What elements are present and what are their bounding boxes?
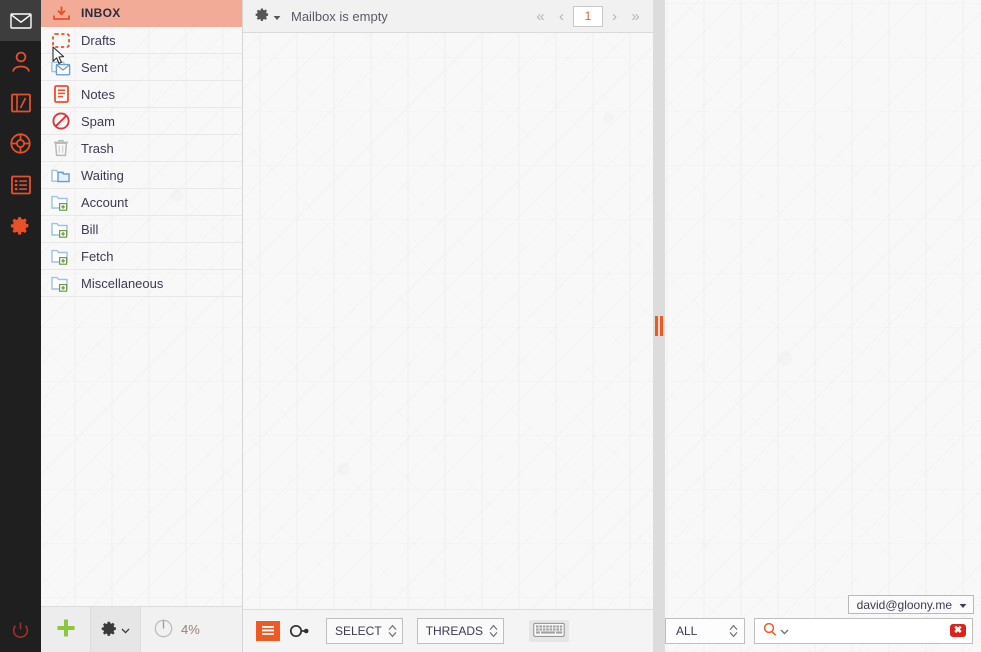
folder-row-fetch[interactable]: Fetch [41, 243, 242, 270]
gear-icon [10, 215, 31, 236]
folder-row-waiting[interactable]: Waiting [41, 162, 242, 189]
folder-label: Drafts [81, 32, 116, 48]
threads-dropdown-label: THREADS [425, 624, 484, 638]
rail-item-power[interactable] [0, 611, 41, 652]
folder-label: Waiting [81, 167, 124, 183]
notebook-icon [10, 93, 31, 113]
folder-list: INBOX Drafts Sent Notes Spam Trash Waiti… [41, 0, 242, 606]
folder-label: Account [81, 194, 128, 210]
folder-label: Fetch [81, 248, 114, 264]
select-dropdown[interactable]: SELECT [326, 618, 403, 644]
spinner-arrows-icon [489, 624, 498, 638]
rail-item-contacts[interactable] [0, 41, 41, 82]
mailbox-status-label: Mailbox is empty [291, 8, 388, 24]
rail-item-settings[interactable] [0, 205, 41, 246]
rail-item-mail[interactable] [0, 0, 41, 41]
chevron-right-icon[interactable]: › [605, 5, 624, 27]
link-icon[interactable] [286, 620, 312, 642]
keyboard-icon [533, 622, 565, 641]
message-list-footer: SELECT THREADS [243, 609, 653, 652]
drag-grip-icon [655, 316, 663, 336]
folder-settings-button[interactable] [91, 607, 141, 652]
folder-plus-icon [50, 192, 72, 212]
trash-icon [50, 138, 72, 158]
person-icon [11, 51, 31, 72]
account-selector-label: david@gloony.me [856, 597, 952, 612]
folder-label: Bill [81, 221, 99, 237]
account-selector[interactable]: david@gloony.me [847, 595, 974, 614]
select-dropdown-label: SELECT [335, 624, 382, 638]
rail-item-support[interactable] [0, 123, 41, 164]
folder-label: Sent [81, 59, 108, 75]
chevron-down-icon [121, 622, 130, 637]
task-list-icon [10, 175, 31, 195]
caret-down-icon [959, 598, 967, 612]
folder-label: Trash [81, 140, 114, 156]
gear-icon [255, 7, 270, 25]
folder-row-spam[interactable]: Spam [41, 108, 242, 135]
pagination: « ‹ › » [531, 5, 653, 27]
folder-multi-icon [50, 165, 72, 185]
mail-client-window: INBOX Drafts Sent Notes Spam Trash Waiti… [0, 0, 981, 652]
folder-row-miscellaneous[interactable]: Miscellaneous [41, 270, 242, 297]
message-list-empty-area [243, 33, 653, 609]
folder-label: Spam [81, 113, 115, 129]
folder-plus-icon [50, 246, 72, 266]
caret-down-icon [273, 9, 281, 24]
message-options-button[interactable] [243, 7, 291, 25]
message-list-toolbar: Mailbox is empty « ‹ › » [243, 0, 653, 33]
list-view-icon[interactable] [256, 621, 280, 641]
plus-icon [55, 617, 77, 642]
envelope-icon [9, 12, 32, 29]
quota-pie-icon [154, 619, 173, 641]
threads-dropdown[interactable]: THREADS [416, 618, 505, 644]
power-icon [11, 621, 30, 643]
drafts-icon [50, 30, 72, 50]
folder-row-notes[interactable]: Notes [41, 81, 242, 108]
folder-label: Notes [81, 86, 115, 102]
folder-label: Miscellaneous [81, 275, 164, 291]
add-folder-button[interactable] [41, 607, 91, 652]
folder-panel: INBOX Drafts Sent Notes Spam Trash Waiti… [41, 0, 243, 652]
notes-icon [50, 84, 72, 104]
double-chevron-right-icon[interactable]: » [626, 5, 645, 27]
double-chevron-left-icon[interactable]: « [531, 5, 550, 27]
folder-row-bill[interactable]: Bill [41, 216, 242, 243]
rail-item-notes[interactable] [0, 82, 41, 123]
chevron-left-icon[interactable]: ‹ [552, 5, 571, 27]
folder-panel-footer: 4% [41, 606, 242, 652]
folder-row-sent[interactable]: Sent [41, 54, 242, 81]
folder-label: INBOX [81, 6, 121, 20]
inbox-icon [50, 3, 72, 23]
lifebuoy-icon [10, 133, 31, 154]
quota-percent-label: 4% [181, 622, 200, 637]
folder-row-trash[interactable]: Trash [41, 135, 242, 162]
sent-icon [50, 57, 72, 77]
folder-plus-icon [50, 273, 72, 293]
spam-icon [50, 111, 72, 131]
quota-indicator[interactable]: 4% [141, 607, 242, 652]
folder-row-drafts[interactable]: Drafts [41, 27, 242, 54]
rail-item-tasks[interactable] [0, 164, 41, 205]
reading-pane: david@gloony.me [665, 0, 981, 652]
keyboard-shortcuts-button[interactable] [529, 620, 570, 642]
message-list-column: Mailbox is empty « ‹ › » [243, 0, 653, 652]
folder-row-inbox[interactable]: INBOX [41, 0, 242, 27]
app-module-rail [0, 0, 41, 652]
folder-plus-icon [50, 219, 72, 239]
page-number-input[interactable] [573, 5, 603, 27]
panel-splitter[interactable] [653, 0, 665, 652]
folder-row-account[interactable]: Account [41, 189, 242, 216]
gear-icon [101, 620, 118, 640]
spinner-arrows-icon [388, 624, 397, 638]
